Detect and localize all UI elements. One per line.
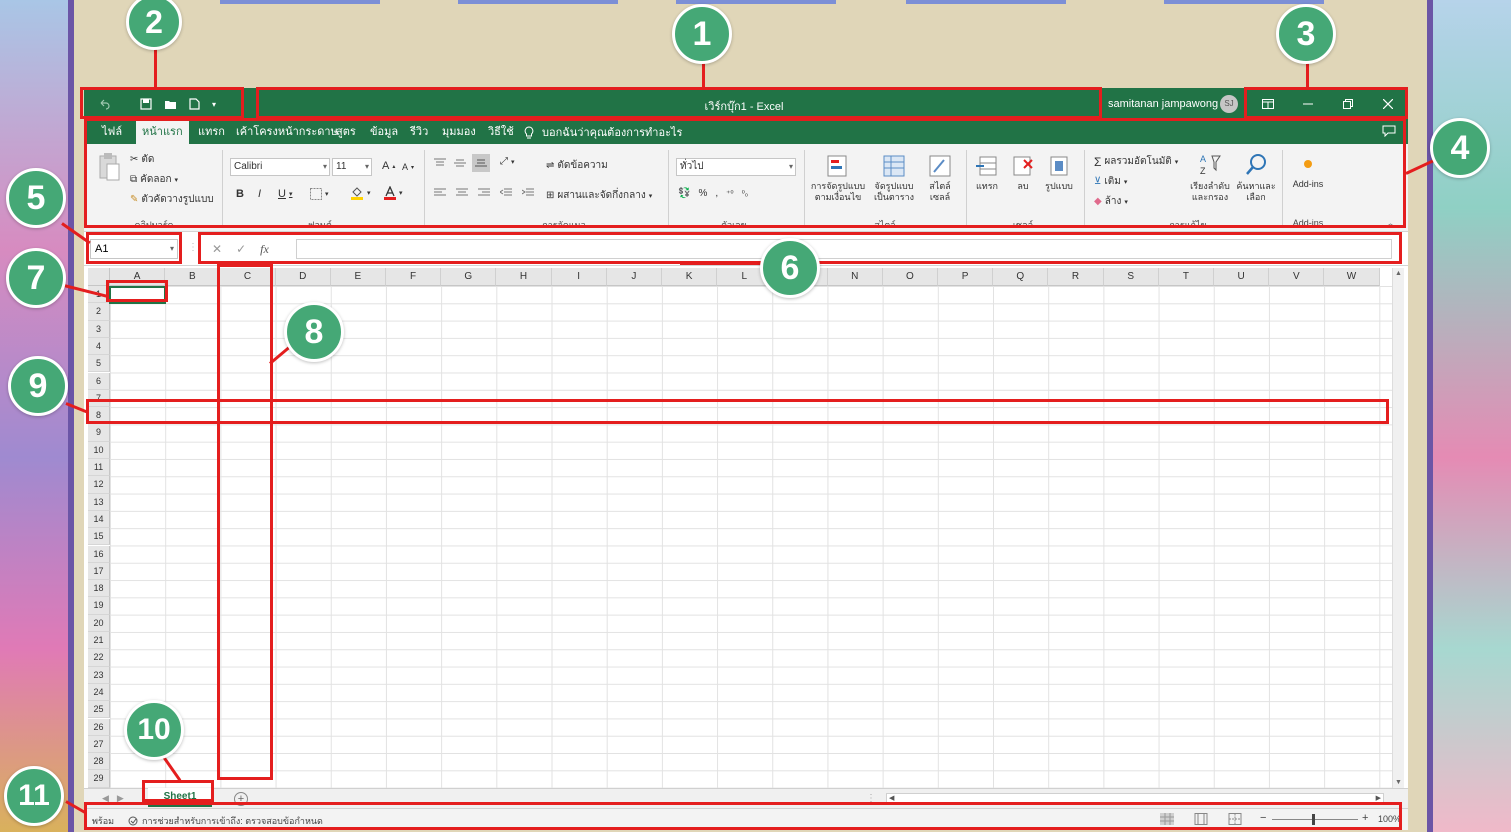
column-header[interactable]: N [827,268,883,286]
row-header[interactable]: 18 [88,580,110,598]
row-header[interactable]: 14 [88,510,110,529]
annotation-badge-3: 3 [1276,4,1336,64]
row-header[interactable]: 6 [88,372,110,390]
annotation-badge-10: 10 [124,700,184,760]
scroll-up-icon[interactable]: ▲ [1395,270,1402,277]
column-header[interactable]: V [1269,268,1325,286]
column-header[interactable]: K [662,268,718,286]
column-header[interactable]: T [1158,268,1214,286]
row-header[interactable]: 15 [88,528,110,546]
row-header[interactable]: 23 [88,666,110,684]
annotation-badge-1: 1 [672,4,732,64]
annotation-box-name-box [86,232,182,264]
row-header[interactable]: 29 [88,770,110,788]
column-header[interactable]: H [496,268,552,286]
row-header[interactable]: 28 [88,753,110,771]
column-header[interactable]: Q [993,268,1049,286]
row-header[interactable]: 16 [88,545,110,563]
row-header[interactable]: 21 [88,632,110,650]
annotation-badge-9: 9 [8,356,68,416]
row-header[interactable]: 5 [88,355,110,373]
annotation-box-quick-access [80,87,244,119]
column-header[interactable]: W [1324,268,1380,286]
row-header[interactable]: 26 [88,718,110,736]
frame-stripe [1164,0,1324,4]
annotation-box-row [86,399,1389,424]
row-header[interactable]: 13 [88,493,110,511]
annotation-badge-5: 5 [6,168,66,228]
frame-stripe [458,0,618,4]
annotation-badge-11: 11 [4,766,64,826]
annotation-box-ribbon [84,118,1406,228]
annotation-badge-8: 8 [284,302,344,362]
annotation-badge-4: 4 [1430,118,1490,178]
annotation-badge-6: 6 [760,238,820,298]
annotation-leader [154,48,157,88]
column-header[interactable]: E [330,268,386,286]
row-header[interactable]: 2 [88,303,110,321]
cell-area[interactable] [110,286,1392,788]
background-art-left [0,0,72,832]
row-header[interactable]: 20 [88,614,110,632]
column-header[interactable]: F [386,268,442,286]
column-header[interactable]: B [165,268,221,286]
row-header[interactable]: 22 [88,649,110,667]
row-header[interactable]: 19 [88,597,110,615]
frame-stripe [220,0,380,4]
column-header[interactable]: I [551,268,607,286]
worksheet-grid: ABCDEFGHIJKLMNOPQRSTUVW 1234567891011121… [84,268,1408,788]
annotation-box-column [217,264,273,780]
formula-bar-grip-icon: ⋮ [188,242,198,253]
annotation-box-active-cell [106,280,168,302]
column-header[interactable]: J [606,268,662,286]
row-header[interactable]: 4 [88,337,110,356]
row-header[interactable]: 24 [88,683,110,702]
vertical-scrollbar[interactable]: ▲ ▼ [1392,268,1404,788]
column-header[interactable]: D [275,268,331,286]
column-header[interactable]: R [1048,268,1104,286]
annotation-box-window-controls [1244,87,1408,119]
annotation-box-title-bar [256,87,1102,119]
annotation-leader [1306,62,1309,88]
row-header[interactable]: 11 [88,459,110,477]
frame-edge-left [68,0,74,832]
column-header[interactable]: O [882,268,938,286]
row-header[interactable]: 3 [88,320,110,338]
row-header[interactable]: 10 [88,441,110,459]
row-header[interactable]: 9 [88,424,110,442]
annotation-leader [680,262,764,265]
annotation-box-status-bar [84,802,1402,830]
row-header[interactable]: 12 [88,476,110,494]
row-header[interactable]: 17 [88,562,110,581]
user-name[interactable]: samitanan jampawong [1108,98,1218,110]
row-header[interactable]: 27 [88,735,110,754]
column-header[interactable]: G [441,268,497,286]
scroll-right-icon[interactable]: ▶ [1376,794,1381,802]
annotation-leader [702,62,705,88]
annotation-box-sheet-tab [142,780,214,802]
frame-edge-right [1427,0,1433,832]
annotation-badge-7: 7 [6,248,66,308]
avatar[interactable]: SJ [1220,95,1238,113]
scroll-left-icon[interactable]: ◀ [889,794,894,802]
scroll-down-icon[interactable]: ▼ [1395,779,1402,786]
column-header[interactable]: S [1103,268,1159,286]
frame-stripe [906,0,1066,4]
column-header[interactable]: P [938,268,994,286]
column-header[interactable]: U [1214,268,1270,286]
row-header[interactable]: 25 [88,701,110,719]
